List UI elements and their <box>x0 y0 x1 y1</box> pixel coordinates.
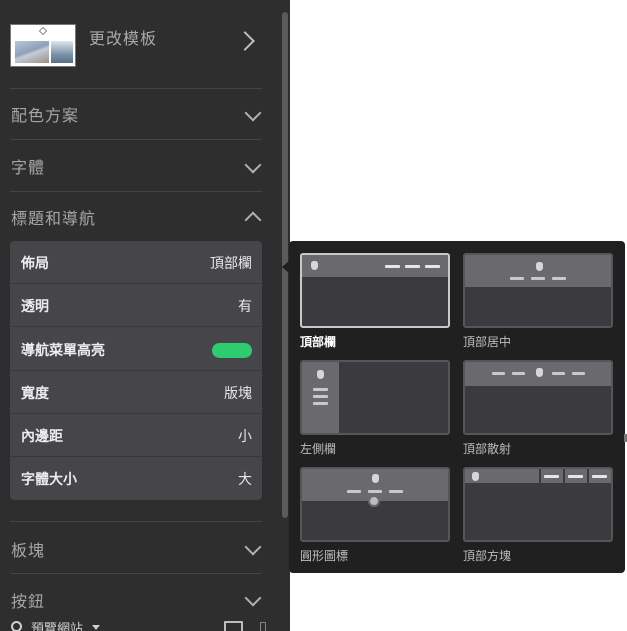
chevron-down-icon[interactable] <box>244 538 262 556</box>
setting-row-padding[interactable]: 內邊距 小 <box>10 414 262 457</box>
chevron-right-icon[interactable] <box>235 31 255 51</box>
logo-icon <box>317 370 324 379</box>
divider <box>10 139 262 140</box>
layout-option-left-sidebar[interactable]: 左側欄 <box>300 360 450 457</box>
layout-options-flyout: 頂部欄 頂部居中 左側欄 頂部散射 圓形圖標 頂部方塊 <box>289 241 625 573</box>
setting-label: 透明 <box>21 299 49 315</box>
divider <box>10 521 262 522</box>
layout-option-circle-icon[interactable]: 圓形圖標 <box>300 467 450 564</box>
layout-preview-circle-icon <box>300 467 450 542</box>
layout-option-top-scatter[interactable]: 頂部散射 <box>463 360 613 457</box>
option-label: 左側欄 <box>300 442 337 456</box>
option-label: 頂部散射 <box>463 442 512 456</box>
option-label: 圓形圖標 <box>300 549 349 563</box>
logo-icon <box>311 261 318 270</box>
setting-value: 版塊 <box>224 386 252 402</box>
logo-icon <box>536 368 543 377</box>
circle-icon <box>368 495 380 507</box>
setting-value: 有 <box>238 299 252 315</box>
divider <box>10 573 262 574</box>
section-title-title-nav: 標題和導航 <box>11 209 97 228</box>
setting-label: 內邊距 <box>21 429 63 445</box>
setting-label: 佈局 <box>21 256 49 272</box>
section-title-fonts: 字體 <box>11 158 46 177</box>
chevron-down-icon[interactable] <box>244 589 262 607</box>
layout-preview-top-scatter <box>463 360 613 435</box>
divider <box>10 191 262 192</box>
nav-highlight-toggle[interactable] <box>212 343 252 358</box>
setting-row-transparent[interactable]: 透明 有 <box>10 284 262 327</box>
setting-label: 字體大小 <box>21 472 77 488</box>
logo-icon <box>372 474 379 483</box>
setting-label: 寬度 <box>21 386 49 402</box>
layout-preview-left-sidebar <box>300 360 450 435</box>
caret-down-icon[interactable] <box>92 625 100 630</box>
setting-value: 大 <box>238 472 252 488</box>
template-thumbnail <box>10 24 76 67</box>
section-title-blocks: 板塊 <box>11 541 46 560</box>
sidebar-bottom-bar: 預覽網站 <box>0 612 290 631</box>
setting-row-font-size[interactable]: 字體大小 大 <box>10 457 262 500</box>
option-label: 頂部方塊 <box>463 549 512 563</box>
chevron-down-icon[interactable] <box>244 104 262 122</box>
layout-option-top-center[interactable]: 頂部居中 <box>463 253 613 350</box>
change-template-row[interactable]: 更改模板 <box>0 0 276 88</box>
logo-icon <box>472 472 479 481</box>
logo-icon <box>536 262 543 271</box>
setting-row-width[interactable]: 寬度 版塊 <box>10 371 262 414</box>
design-sidebar: 更改模板 配色方案 字體 標題和導航 佈局 頂部欄 透明 有 導航菜單高亮 寬度… <box>0 0 290 631</box>
title-nav-settings-panel: 佈局 頂部欄 透明 有 導航菜單高亮 寬度 版塊 內邊距 小 字體大小 大 <box>10 241 262 500</box>
section-title-color-scheme: 配色方案 <box>11 106 80 125</box>
layout-option-top-blocks[interactable]: 頂部方塊 <box>463 467 613 564</box>
setting-label: 導航菜單高亮 <box>21 343 105 359</box>
setting-row-layout[interactable]: 佈局 頂部欄 <box>10 241 262 284</box>
section-title-buttons: 按鈕 <box>11 592 46 611</box>
setting-value: 小 <box>238 429 252 445</box>
layout-preview-top-bar <box>300 253 450 328</box>
thumbnail-image-2 <box>51 41 73 63</box>
change-template-label: 更改模板 <box>89 29 158 48</box>
preview-site-label[interactable]: 預覽網站 <box>31 618 83 631</box>
option-label: 頂部居中 <box>463 335 512 349</box>
setting-value: 頂部欄 <box>210 256 252 272</box>
layout-preview-top-blocks <box>463 467 613 542</box>
thumbnail-image-1 <box>15 41 49 63</box>
chevron-up-icon[interactable] <box>244 211 262 229</box>
option-label: 頂部欄 <box>300 335 337 349</box>
desktop-icon[interactable] <box>224 621 243 631</box>
search-icon[interactable] <box>11 621 22 631</box>
setting-row-nav-highlight: 導航菜單高亮 <box>10 328 262 371</box>
divider <box>10 88 262 89</box>
mobile-icon[interactable] <box>260 622 266 631</box>
layout-preview-top-center <box>463 253 613 328</box>
flyout-arrow <box>282 261 289 273</box>
thumbnail-logo-icon <box>38 26 48 36</box>
layout-option-top-bar[interactable]: 頂部欄 <box>300 253 450 350</box>
chevron-down-icon[interactable] <box>244 156 262 174</box>
